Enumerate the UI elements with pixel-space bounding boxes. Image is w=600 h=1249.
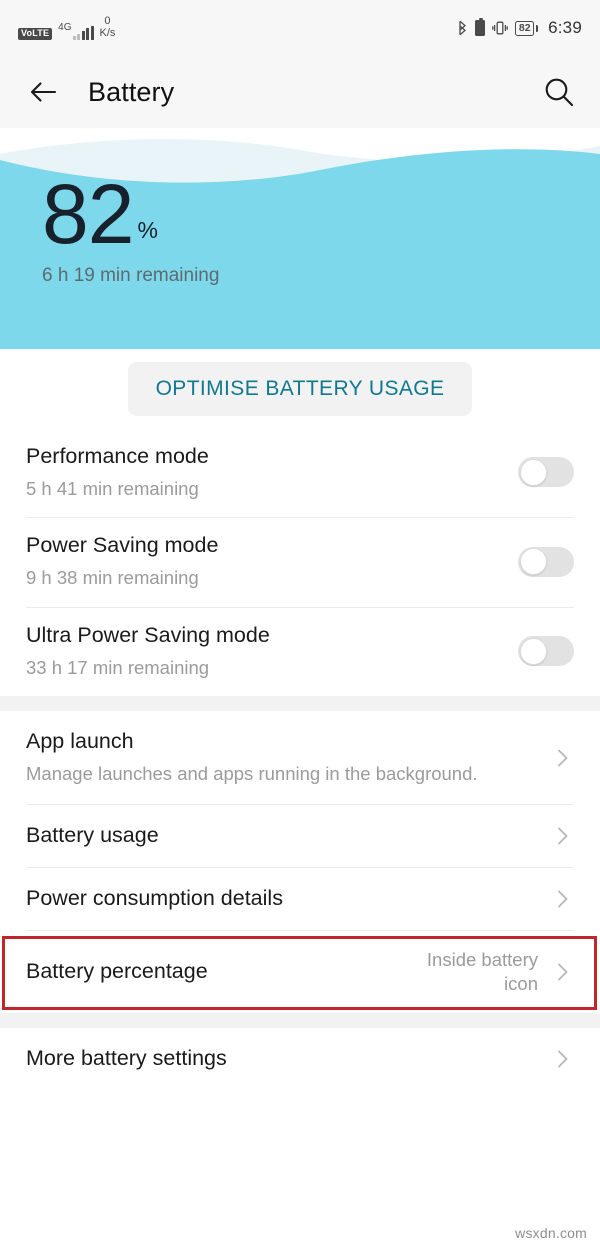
- toggle-knob: [519, 637, 547, 665]
- row-text-block: Power consumption details: [26, 885, 538, 913]
- row-subtitle: Manage launches and apps running in the …: [26, 763, 478, 785]
- battery-level-block: 82 % 6 h 19 min remaining: [42, 167, 220, 287]
- battery-settings-screen: VoLTE 4G 0 K/s 82 6:39 Battery 82 % 6 h …: [0, 0, 600, 1249]
- battery-small-icon: [475, 17, 486, 36]
- toggle-power-saving-mode[interactable]: [518, 546, 574, 577]
- battery-percent-icon: 82: [515, 20, 539, 36]
- toggle-ultra-power-saving-mode[interactable]: [518, 636, 574, 667]
- chevron-right-icon: [558, 890, 568, 908]
- row-battery-usage[interactable]: Battery usage: [0, 804, 600, 867]
- search-icon[interactable]: [542, 75, 576, 109]
- chevron-right-icon: [558, 827, 568, 845]
- toggle-knob: [519, 458, 547, 486]
- toggle-knob: [519, 548, 547, 576]
- battery-hero: 82 % 6 h 19 min remaining: [0, 128, 600, 349]
- data-rate-value: 0: [104, 15, 111, 28]
- percent-sign: %: [137, 216, 158, 243]
- chevron-right-icon: [558, 1050, 568, 1068]
- vibrate-icon: [492, 21, 509, 35]
- app-bar: Battery: [0, 56, 600, 128]
- row-title: Power Saving mode: [26, 533, 219, 558]
- section-gap: [0, 1012, 600, 1028]
- row-subtitle: 9 h 38 min remaining: [26, 567, 199, 589]
- battery-settings-group: App launch Manage launches and apps runn…: [0, 711, 600, 1013]
- battery-level-value: 82: [42, 167, 134, 261]
- row-battery-percentage[interactable]: Battery percentage Inside battery icon: [0, 930, 600, 1013]
- row-subtitle: 33 h 17 min remaining: [26, 656, 210, 678]
- row-text-block: Performance mode 5 h 41 min remaining: [26, 443, 518, 501]
- optimise-battery-usage-button[interactable]: OPTIMISE BATTERY USAGE: [127, 362, 473, 416]
- row-more-battery-settings[interactable]: More battery settings: [0, 1027, 600, 1090]
- data-rate-indicator: 0 K/s: [99, 15, 116, 39]
- signal-bars-glyph: [72, 25, 94, 40]
- network-type-label: 4G: [58, 21, 72, 33]
- battery-tip: [535, 24, 539, 32]
- section-gap: [0, 696, 600, 712]
- signal-bars-icon: 4G: [58, 21, 94, 40]
- more-settings-group: More battery settings: [0, 1027, 600, 1090]
- row-title: Battery percentage: [26, 958, 208, 983]
- battery-level-row: 82 %: [42, 167, 219, 261]
- row-title: Performance mode: [26, 444, 209, 468]
- row-performance-mode[interactable]: Performance mode 5 h 41 min remaining: [0, 429, 600, 518]
- row-text-block: Power Saving mode 9 h 38 min remaining: [26, 532, 518, 590]
- status-bar-left: VoLTE 4G 0 K/s: [18, 15, 116, 40]
- row-power-saving-mode[interactable]: Power Saving mode 9 h 38 min remaining: [0, 518, 600, 607]
- row-text-block: Ultra Power Saving mode 33 h 17 min rema…: [26, 622, 518, 680]
- status-bar: VoLTE 4G 0 K/s 82 6:39: [0, 0, 600, 56]
- battery-percent-label: 82: [518, 21, 531, 34]
- row-title: Power consumption details: [26, 885, 283, 910]
- clock-label: 6:39: [548, 18, 582, 37]
- volte-badge: VoLTE: [18, 28, 53, 40]
- battery-modes-group: Performance mode 5 h 41 min remaining Po…: [0, 429, 600, 697]
- bluetooth-icon: [459, 20, 467, 36]
- data-rate-unit: K/s: [99, 26, 116, 39]
- row-title: App launch: [26, 729, 134, 754]
- row-title: More battery settings: [26, 1045, 227, 1070]
- chevron-right-icon: [558, 963, 568, 981]
- back-arrow-icon[interactable]: [26, 75, 60, 109]
- watermark-label: wsxdn.com: [515, 1225, 587, 1241]
- battery-remaining-label: 6 h 19 min remaining: [42, 264, 220, 286]
- status-bar-right: 82 6:39: [457, 17, 582, 38]
- row-ultra-power-saving-mode[interactable]: Ultra Power Saving mode 33 h 17 min rema…: [0, 607, 600, 697]
- row-power-consumption-details[interactable]: Power consumption details: [0, 867, 600, 930]
- toggle-performance-mode[interactable]: [518, 457, 574, 488]
- row-title: Battery usage: [26, 822, 159, 847]
- row-text-block: Battery usage: [26, 822, 538, 850]
- optimise-button-area: OPTIMISE BATTERY USAGE: [0, 349, 600, 429]
- row-subtitle: 5 h 41 min remaining: [26, 477, 199, 499]
- row-value: Inside battery icon: [426, 948, 538, 994]
- row-text-block: App launch Manage launches and apps runn…: [26, 728, 538, 786]
- row-text-block: Battery percentage: [26, 958, 388, 986]
- chevron-right-icon: [558, 749, 568, 767]
- page-title: Battery: [88, 76, 175, 107]
- row-title: Ultra Power Saving mode: [26, 622, 270, 647]
- row-text-block: More battery settings: [26, 1045, 538, 1073]
- row-app-launch[interactable]: App launch Manage launches and apps runn…: [0, 711, 600, 804]
